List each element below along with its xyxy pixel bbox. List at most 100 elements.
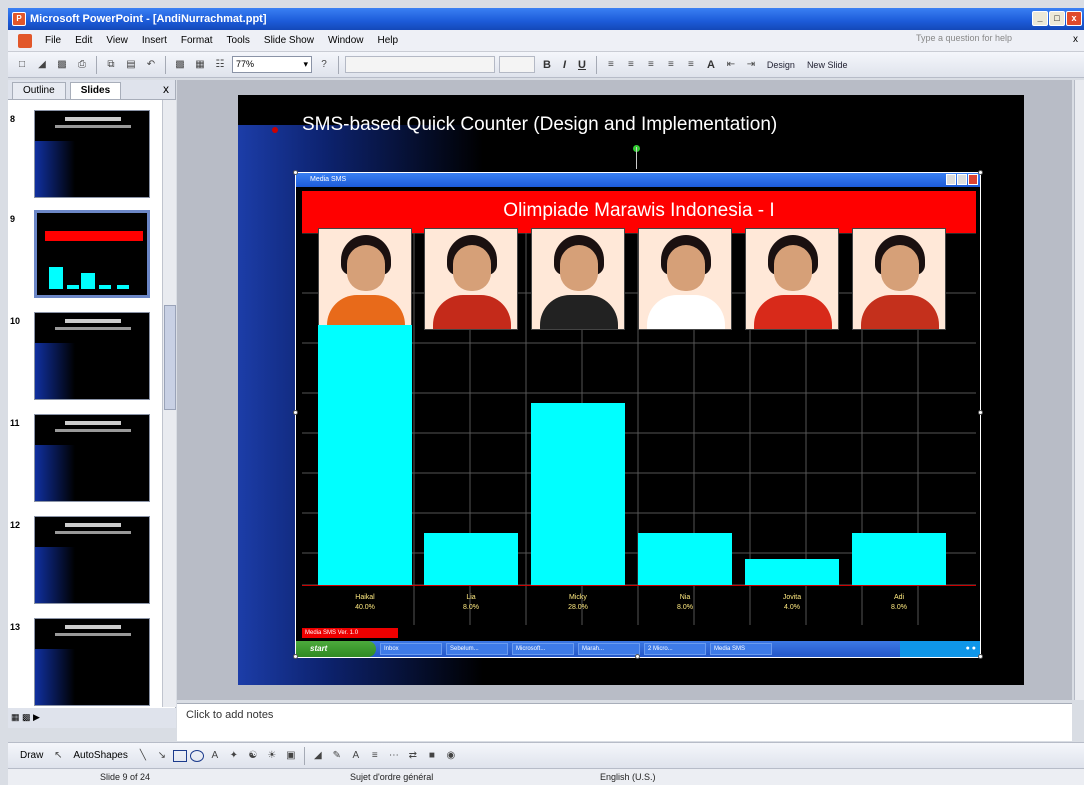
copy-icon[interactable]: ⧉: [103, 57, 119, 73]
insert-table-icon[interactable]: ▦: [192, 57, 208, 73]
increase-font-button[interactable]: A: [703, 59, 719, 71]
restore-button[interactable]: □: [1049, 11, 1065, 26]
slide-thumbnail[interactable]: [34, 618, 150, 706]
thumbnail-row[interactable]: 12: [8, 516, 168, 611]
document-close-button[interactable]: x: [1073, 34, 1078, 45]
textbox-icon[interactable]: A: [207, 748, 223, 764]
zoom-select[interactable]: 77%: [232, 56, 312, 73]
help-icon[interactable]: ?: [316, 57, 332, 73]
slide-thumbnail[interactable]: [34, 110, 150, 198]
font-name-select[interactable]: [345, 56, 495, 73]
3d-style-icon[interactable]: ◉: [443, 748, 459, 764]
thumbnail-row[interactable]: 11: [8, 414, 168, 509]
thumbnail-scrollbar[interactable]: [162, 100, 176, 707]
rectangle-icon[interactable]: [172, 749, 187, 762]
design-button[interactable]: Design: [763, 60, 799, 70]
tab-outline[interactable]: Outline: [12, 82, 66, 99]
show-grid-icon[interactable]: ☷: [212, 57, 228, 73]
dash-style-icon[interactable]: ⋯: [386, 748, 402, 764]
current-slide[interactable]: SMS-based Quick Counter (Design and Impl…: [238, 95, 1024, 685]
tab-slides[interactable]: Slides: [69, 82, 122, 99]
picture-icon[interactable]: ▣: [283, 748, 299, 764]
document-icon[interactable]: [18, 33, 32, 48]
contestant-photo-lia: [424, 228, 518, 330]
arrow-icon[interactable]: ↘: [154, 748, 170, 764]
view-buttons[interactable]: ▦ ▩ ▶: [8, 708, 176, 728]
resize-handle[interactable]: [293, 170, 298, 175]
save-icon[interactable]: ▩: [54, 57, 70, 73]
minimize-button[interactable]: _: [1032, 11, 1048, 26]
taskbar-item: Microsoft...: [512, 643, 574, 655]
print-icon[interactable]: ⎙: [74, 57, 90, 73]
slide-thumbnail-selected[interactable]: [34, 210, 150, 298]
select-pointer-icon[interactable]: ↖: [50, 748, 66, 764]
menu-help[interactable]: Help: [371, 35, 406, 46]
powerpoint-app-icon[interactable]: P: [12, 12, 26, 26]
pane-close-button[interactable]: x: [163, 82, 169, 96]
resize-handle[interactable]: [978, 654, 983, 659]
menu-view[interactable]: View: [99, 35, 135, 46]
bullets-icon[interactable]: ≡: [683, 57, 699, 73]
slide-thumbnail[interactable]: [34, 414, 150, 502]
slide-thumbnail[interactable]: [34, 312, 150, 400]
insert-chart-icon[interactable]: ▩: [172, 57, 188, 73]
menu-insert[interactable]: Insert: [135, 35, 174, 46]
underline-button[interactable]: U: [574, 59, 590, 71]
draw-menu-button[interactable]: Draw: [16, 750, 47, 761]
align-center-icon[interactable]: ≡: [623, 57, 639, 73]
arrow-style-icon[interactable]: ⇄: [405, 748, 421, 764]
scrollbar-thumb[interactable]: [164, 305, 176, 410]
slide-thumbnail[interactable]: [34, 516, 150, 604]
wordart-icon[interactable]: ✦: [226, 748, 242, 764]
new-slide-button[interactable]: New Slide: [803, 60, 852, 70]
autoshapes-menu-button[interactable]: AutoShapes: [69, 750, 132, 761]
open-icon[interactable]: ◢: [34, 57, 50, 73]
embedded-screenshot[interactable]: Media SMS Olimpiade Marawis Indonesia - …: [295, 172, 981, 658]
notes-pane[interactable]: Click to add notes: [177, 703, 1072, 741]
bold-button[interactable]: B: [539, 59, 555, 71]
increase-indent-icon[interactable]: ⇥: [743, 57, 759, 73]
contestant-photo-jovita: [745, 228, 839, 330]
slide-number: 8: [10, 114, 16, 124]
resize-handle[interactable]: [978, 170, 983, 175]
menu-window[interactable]: Window: [321, 35, 371, 46]
italic-button[interactable]: I: [559, 59, 570, 71]
category-label: Jovita: [782, 594, 802, 601]
resize-handle[interactable]: [978, 410, 983, 415]
thumbnail-row[interactable]: 13: [8, 618, 168, 707]
thumbnail-row[interactable]: 10: [8, 312, 168, 407]
new-icon[interactable]: □: [14, 57, 30, 73]
close-button[interactable]: x: [1066, 11, 1082, 26]
shadow-icon[interactable]: ■: [424, 748, 440, 764]
thumbnail-row-selected[interactable]: 9: [8, 210, 168, 305]
menu-format[interactable]: Format: [174, 35, 220, 46]
line-color-icon[interactable]: ✎: [329, 748, 345, 764]
font-color-icon[interactable]: A: [348, 748, 364, 764]
menu-file[interactable]: File: [38, 35, 68, 46]
resize-handle[interactable]: [635, 654, 640, 659]
slide-title[interactable]: SMS-based Quick Counter (Design and Impl…: [302, 114, 777, 136]
menu-slide-show[interactable]: Slide Show: [257, 35, 321, 46]
font-size-select[interactable]: [499, 56, 535, 73]
menu-edit[interactable]: Edit: [68, 35, 99, 46]
fill-color-icon[interactable]: ◢: [310, 748, 326, 764]
line-icon[interactable]: ╲: [135, 748, 151, 764]
decrease-indent-icon[interactable]: ⇤: [723, 57, 739, 73]
oval-icon[interactable]: [189, 749, 204, 762]
resize-handle[interactable]: [293, 410, 298, 415]
align-right-icon[interactable]: ≡: [643, 57, 659, 73]
diagram-icon[interactable]: ☯: [245, 748, 261, 764]
editor-scrollbar[interactable]: [1074, 80, 1084, 700]
menu-tools[interactable]: Tools: [220, 35, 257, 46]
clipart-icon[interactable]: ☀: [264, 748, 280, 764]
paste-icon[interactable]: ▤: [123, 57, 139, 73]
thumbnail-row[interactable]: 8: [8, 110, 168, 205]
ask-question-input[interactable]: Type a question for help: [912, 33, 1062, 48]
align-left-icon[interactable]: ≡: [603, 57, 619, 73]
thumbnail-list: 8 9 10 11 12 13: [8, 102, 176, 707]
undo-icon[interactable]: ↶: [143, 57, 159, 73]
resize-handle[interactable]: [293, 654, 298, 659]
line-style-icon[interactable]: ≡: [367, 748, 383, 764]
numbering-icon[interactable]: ≡: [663, 57, 679, 73]
rotate-connector: [636, 147, 637, 169]
